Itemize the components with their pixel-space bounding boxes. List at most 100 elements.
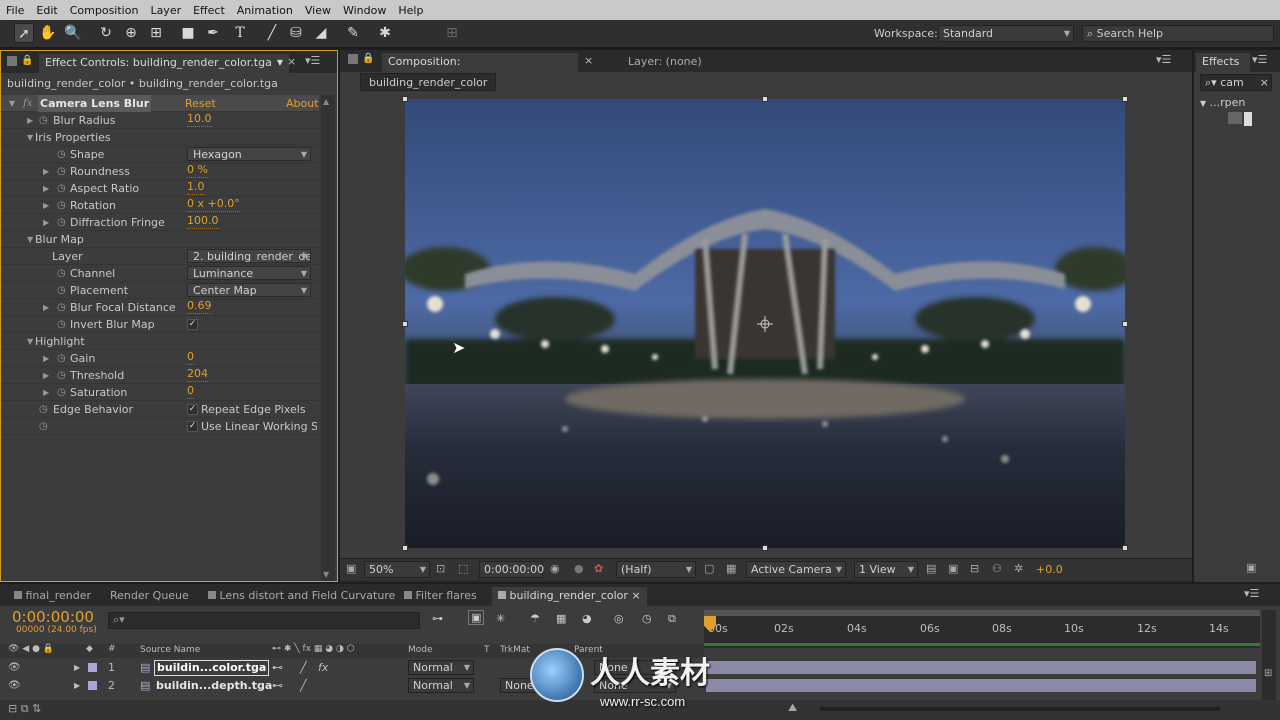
rotate-tool-icon[interactable]: ↻ [96, 23, 116, 43]
layer-name[interactable]: buildin...depth.tga [156, 677, 272, 694]
timeline-zoom-slider[interactable] [820, 707, 1220, 711]
collapse-triangle-icon[interactable]: ▼ [9, 95, 15, 112]
stopwatch-icon[interactable]: ◷ [57, 367, 66, 384]
tab-final-render[interactable]: final_render [8, 587, 97, 606]
aspect-ratio-value[interactable]: 1.0 [187, 180, 205, 195]
search-help-input[interactable]: ⌕ Search Help [1082, 25, 1274, 42]
placement-select[interactable]: Center Map ▼ [187, 283, 311, 297]
diffraction-fringe-value[interactable]: 100.0 [187, 214, 219, 229]
region-of-interest-icon[interactable]: ▢ [704, 562, 714, 575]
effect-preset-icon[interactable] [1228, 112, 1242, 124]
stopwatch-icon[interactable]: ◷ [57, 163, 66, 180]
puppet-pin-tool-icon[interactable]: ✱ [375, 23, 395, 43]
transform-handle[interactable] [402, 96, 408, 102]
repeat-edge-pixels-checkbox[interactable]: ✓ [187, 404, 198, 415]
timeline-search-input[interactable]: ⌕▾ [108, 612, 420, 629]
menu-window[interactable]: Window [337, 4, 392, 17]
close-icon[interactable]: × [584, 54, 593, 67]
scroll-down-icon[interactable]: ▼ [323, 570, 329, 579]
live-update-icon[interactable]: ▣ [468, 610, 485, 625]
current-time-display[interactable]: 0:00:00:00 [479, 561, 544, 578]
layer-select[interactable]: 2. building_render_de ▼ [187, 249, 311, 263]
work-area-bar[interactable] [704, 610, 1260, 616]
close-icon[interactable]: × [631, 589, 640, 602]
rectangle-tool-icon[interactable]: ■ [178, 23, 198, 43]
menu-view[interactable]: View [299, 4, 337, 17]
saturation-value[interactable]: 0 [187, 384, 194, 399]
always-preview-icon[interactable]: ▣ [346, 562, 356, 575]
collapse-triangle-icon[interactable]: ▼ [27, 129, 33, 146]
shape-select[interactable]: Hexagon ▼ [187, 147, 311, 161]
panel-menu-icon[interactable]: ▾☰ [1252, 53, 1267, 66]
blur-radius-value[interactable]: 10.0 [187, 112, 212, 127]
time-ruler[interactable]: 00s 02s 04s 06s 08s 10s 12s 14s [704, 610, 1260, 648]
snapshot-camera-icon[interactable]: ◉ [550, 562, 560, 575]
text-tool-icon[interactable]: T [230, 23, 250, 43]
expand-triangle-icon[interactable]: ▶ [43, 299, 49, 316]
menu-file[interactable]: File [0, 4, 30, 17]
panel-grip-icon[interactable] [7, 56, 17, 66]
frame-blending-icon[interactable]: ▦ [556, 612, 566, 625]
close-icon[interactable]: × [287, 55, 296, 68]
fit-icon[interactable]: ⊡ [436, 562, 445, 575]
eye-icon[interactable]: 👁 [8, 659, 21, 676]
expand-triangle-icon[interactable]: ▶ [43, 350, 49, 367]
panel-menu-icon[interactable]: ▾☰ [1244, 587, 1259, 600]
panel-grip-icon[interactable] [348, 54, 358, 64]
transform-handle[interactable] [1122, 545, 1128, 551]
pan-behind-tool-icon[interactable]: ⊞ [146, 23, 166, 43]
effects-scroll-thumb[interactable] [1244, 112, 1252, 126]
scroll-up-icon[interactable]: ▲ [323, 97, 329, 106]
pen-tool-icon[interactable]: ✒ [203, 23, 223, 43]
blur-map-row[interactable]: ▼ Blur Map [1, 231, 319, 248]
roundness-value[interactable]: 0 % [187, 163, 208, 178]
tab-render-queue[interactable]: Render Queue [104, 587, 195, 606]
expand-triangle-icon[interactable]: ▶ [43, 384, 49, 401]
expand-triangle-icon[interactable]: ▶ [43, 180, 49, 197]
about-link[interactable]: About... [286, 95, 319, 112]
menu-effect[interactable]: Effect [187, 4, 231, 17]
comp-mini-flowchart-icon[interactable]: ⊶ [432, 612, 443, 625]
timeline-timecode[interactable]: 0:00:00:00 [12, 608, 94, 626]
timeline-icon[interactable]: ⊟ [970, 562, 979, 575]
stopwatch-icon[interactable]: ◷ [57, 265, 66, 282]
channel-rgb-icon[interactable]: ✿ [594, 562, 603, 575]
zoom-slider-mountain-icon[interactable]: ⛰ [788, 701, 797, 715]
tab-filter-flares[interactable]: Filter flares [398, 587, 483, 606]
layer-mode-select[interactable]: Normal ▼ [408, 678, 474, 693]
rotation-value[interactable]: 0 x +0.0° [187, 197, 240, 212]
effect-header-row[interactable]: ▼ fx Camera Lens Blur Reset About... [1, 95, 319, 112]
collapse-triangle-icon[interactable]: ▼ [1200, 99, 1206, 108]
show-snapshot-icon[interactable]: ● [574, 562, 584, 575]
expand-triangle-icon[interactable]: ▶ [43, 367, 49, 384]
clear-search-icon[interactable]: × [1260, 75, 1269, 90]
collapse-triangle-icon[interactable]: ▼ [27, 231, 33, 248]
stopwatch-icon[interactable]: ◷ [57, 180, 66, 197]
linear-working-space-checkbox[interactable]: ✓ [187, 421, 198, 432]
expand-triangle-icon[interactable]: ▶ [74, 677, 80, 694]
camera-select[interactable]: Active Camera ▼ [746, 561, 846, 578]
tab-effects[interactable]: Effects [1196, 53, 1250, 72]
expand-triangle-icon[interactable]: ▶ [27, 112, 33, 129]
panel-menu-icon[interactable]: ▾☰ [305, 54, 320, 67]
composition-render-image[interactable] [405, 99, 1125, 548]
stopwatch-icon[interactable]: ◷ [39, 418, 48, 435]
menu-edit[interactable]: Edit [30, 4, 63, 17]
tab-building-render-color[interactable]: building_render_color × [492, 587, 647, 606]
layer-duration-bar[interactable] [706, 679, 1256, 692]
invert-blur-map-checkbox[interactable]: ✓ [187, 319, 198, 330]
stopwatch-icon[interactable]: ◷ [39, 401, 48, 418]
label-color-swatch[interactable] [88, 663, 97, 672]
shy-switch-icon[interactable]: ⊷ [272, 677, 283, 694]
column-source-name[interactable]: Source Name [140, 645, 200, 655]
stopwatch-icon[interactable]: ◷ [57, 299, 66, 316]
motion-blur-icon[interactable]: ◕ [582, 612, 592, 625]
graph-editor-icon[interactable]: ⧉ [668, 612, 676, 626]
selection-tool-icon[interactable]: ➚ [14, 23, 34, 43]
transform-handle[interactable] [402, 321, 408, 327]
expand-triangle-icon[interactable]: ▶ [43, 197, 49, 214]
iris-properties-row[interactable]: ▼ Iris Properties [1, 129, 319, 146]
clone-stamp-tool-icon[interactable]: ⛁ [286, 23, 306, 43]
stopwatch-icon[interactable]: ◷ [57, 384, 66, 401]
layer-duration-bar[interactable] [706, 661, 1256, 674]
